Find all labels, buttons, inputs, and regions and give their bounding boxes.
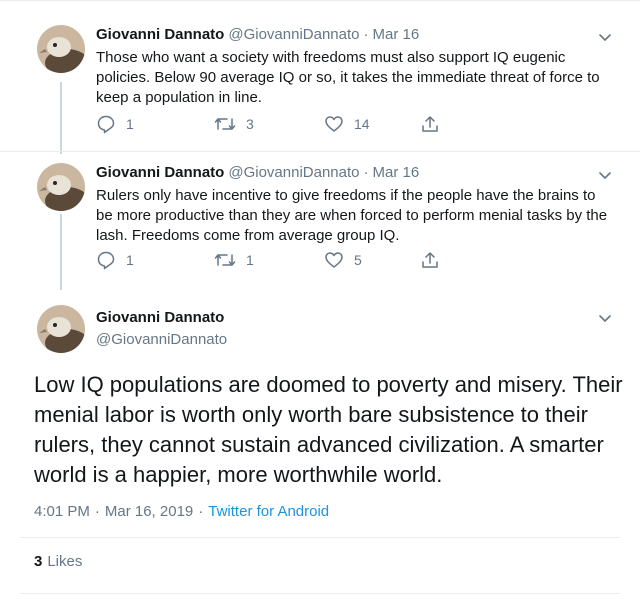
tweet-actions: 1 1 5 (96, 250, 450, 270)
tweet-time[interactable]: 4:01 PM (34, 503, 90, 520)
separator: · (363, 164, 369, 181)
tweet-divider (0, 151, 640, 152)
author-handle[interactable]: @GiovanniDannato (228, 26, 359, 43)
likes-summary[interactable]: 3 Likes (34, 553, 82, 570)
author-name[interactable]: Giovanni Dannato (96, 164, 224, 181)
chevron-down-icon[interactable] (597, 167, 613, 183)
like-icon (325, 252, 343, 268)
like-count: 5 (354, 252, 362, 268)
like-icon (325, 116, 343, 132)
avatar[interactable] (37, 25, 85, 73)
retweet-icon (214, 118, 236, 130)
like-button[interactable]: 14 (314, 114, 420, 134)
tweet-date[interactable]: Mar 16 (372, 26, 419, 43)
retweet-icon (214, 254, 236, 266)
separator: · (363, 26, 369, 43)
chevron-down-icon[interactable] (597, 310, 613, 326)
separator: · (198, 503, 204, 520)
retweet-button[interactable]: 1 (194, 250, 314, 270)
tweet-full-date[interactable]: Mar 16, 2019 (105, 503, 193, 520)
author-name[interactable]: Giovanni Dannato (96, 26, 224, 43)
thread-line (60, 214, 62, 290)
meta-divider (20, 537, 620, 538)
share-button[interactable] (420, 250, 450, 270)
retweet-count: 1 (246, 252, 254, 268)
main-author-handle[interactable]: @GiovanniDannato (96, 331, 227, 348)
reply-count: 1 (126, 116, 134, 132)
avatar[interactable] (37, 305, 85, 353)
separator: · (94, 503, 100, 520)
reply-button[interactable]: 1 (96, 250, 194, 270)
retweet-count: 3 (246, 116, 254, 132)
like-count: 14 (354, 116, 370, 132)
like-button[interactable]: 5 (314, 250, 420, 270)
thread-line (60, 82, 62, 154)
tweet-header: Giovanni Dannato @GiovanniDannato · Mar … (96, 164, 419, 181)
main-author-name[interactable]: Giovanni Dannato (96, 309, 224, 326)
likes-count: 3 (34, 553, 43, 570)
tweet-text: Rulers only have incentive to give freed… (96, 187, 608, 244)
reply-button[interactable]: 1 (96, 114, 194, 134)
share-button[interactable] (420, 114, 450, 134)
chevron-down-icon[interactable] (597, 29, 613, 45)
tweet-text: Those who want a society with freedoms m… (96, 49, 600, 106)
tweet-meta: 4:01 PM · Mar 16, 2019 · Twitter for And… (34, 503, 329, 520)
tweet-date[interactable]: Mar 16 (372, 164, 419, 181)
tweet-source-link[interactable]: Twitter for Android (208, 503, 329, 520)
reply-count: 1 (126, 252, 134, 268)
share-icon (422, 252, 438, 268)
share-icon (422, 116, 438, 132)
retweet-button[interactable]: 3 (194, 114, 314, 134)
avatar[interactable] (37, 163, 85, 211)
tweet-actions: 1 3 14 (96, 114, 450, 134)
main-tweet-text: Low IQ populations are doomed to poverty… (34, 372, 623, 487)
likes-label: Likes (47, 553, 83, 570)
reply-icon (97, 115, 115, 134)
reply-icon (97, 251, 115, 270)
author-handle[interactable]: @GiovanniDannato (228, 164, 359, 181)
likes-divider (20, 593, 620, 594)
top-divider (0, 0, 640, 1)
tweet-header: Giovanni Dannato @GiovanniDannato · Mar … (96, 26, 419, 43)
